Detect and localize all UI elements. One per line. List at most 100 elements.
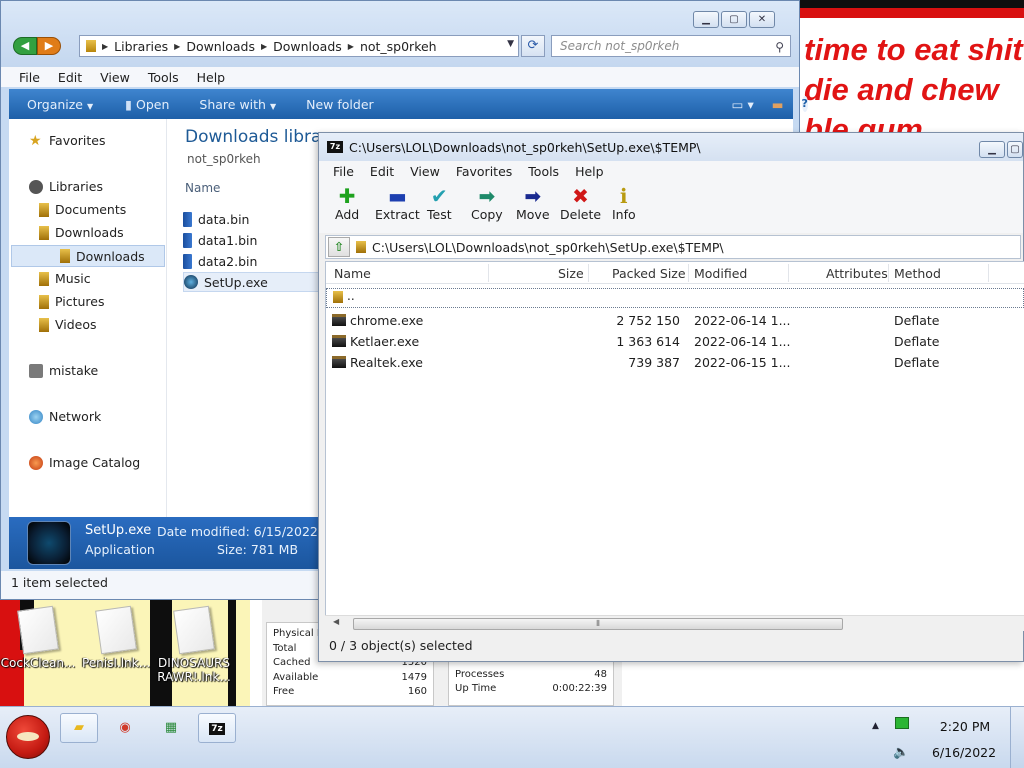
- nav-libraries[interactable]: Libraries: [29, 179, 103, 194]
- table-row[interactable]: Realtek.exe 739 387 2022-06-15 1... Defl…: [326, 352, 1024, 373]
- menu-view[interactable]: View: [410, 164, 440, 179]
- menu-help[interactable]: Help: [575, 164, 604, 179]
- nav-mistake[interactable]: mistake: [29, 363, 98, 378]
- file-row[interactable]: data1.bin: [183, 230, 323, 250]
- column-header-size[interactable]: Size: [558, 266, 584, 281]
- table-row[interactable]: chrome.exe 2 752 150 2022-06-14 1... Def…: [326, 310, 1024, 331]
- column-header-method[interactable]: Method: [894, 266, 941, 281]
- menu-file[interactable]: File: [19, 70, 40, 85]
- clock-time[interactable]: 2:20 PM: [930, 719, 1000, 734]
- column-header-attributes[interactable]: Attributes: [826, 266, 888, 281]
- breadcrumb-item[interactable]: not_sp0rkeh: [360, 39, 437, 54]
- organize-button[interactable]: Organize ▼: [27, 97, 93, 112]
- breadcrumb-item[interactable]: Downloads: [186, 39, 255, 54]
- address-bar[interactable]: ▶ Libraries ▶ Downloads ▶ Downloads ▶ no…: [79, 35, 519, 57]
- minimize-button[interactable]: ▁: [979, 141, 1005, 158]
- memory-row: Available 1479: [273, 671, 427, 683]
- column-header-name[interactable]: Name: [185, 181, 220, 195]
- minimize-button[interactable]: ▁: [693, 11, 719, 28]
- archive-file-list: Name Size Packed Size Modified Attribute…: [325, 261, 1024, 617]
- extract-button[interactable]: ▬ Extract: [375, 185, 420, 222]
- copy-button[interactable]: ➡ Copy: [471, 185, 503, 222]
- show-hidden-icons-button[interactable]: ▲: [872, 721, 879, 731]
- up-folder-button[interactable]: ⇧: [328, 237, 350, 257]
- folder-icon: [356, 241, 366, 253]
- volume-icon[interactable]: 🔈: [893, 745, 909, 760]
- nav-image-catalog[interactable]: Image Catalog: [29, 455, 140, 470]
- clock-date[interactable]: 6/16/2022: [926, 745, 1002, 760]
- nav-pictures[interactable]: Pictures: [39, 294, 105, 309]
- scrollbar-thumb[interactable]: ⦀: [353, 618, 843, 630]
- maximize-button[interactable]: ▢: [1007, 141, 1023, 158]
- image-catalog-icon: [29, 455, 43, 470]
- taskbar-explorer-button[interactable]: ▰: [60, 713, 98, 743]
- desktop-icon[interactable]: CockClean...: [0, 605, 76, 670]
- nav-documents[interactable]: Documents: [39, 202, 126, 217]
- desktop-icon[interactable]: PenisI.lnk...: [78, 605, 154, 670]
- taskbar-taskmgr-button[interactable]: ▦: [152, 713, 190, 743]
- extract-icon: ▬: [387, 184, 407, 208]
- menu-help[interactable]: Help: [197, 70, 226, 85]
- move-button[interactable]: ➡ Move: [516, 185, 550, 222]
- help-icon[interactable]: ?: [801, 96, 808, 112]
- horizontal-scrollbar[interactable]: ◀ ⦀: [325, 615, 1024, 631]
- nav-music[interactable]: Music: [39, 271, 91, 286]
- column-header-packed-size[interactable]: Packed Size: [612, 266, 686, 281]
- breadcrumb-item[interactable]: Libraries: [114, 39, 168, 54]
- table-row[interactable]: Ketlaer.exe 1 363 614 2022-06-14 1... De…: [326, 331, 1024, 352]
- menu-file[interactable]: File: [333, 164, 354, 179]
- view-options-icon[interactable]: ▭ ▾: [732, 97, 754, 112]
- taskbar-chrome-button[interactable]: ◉: [106, 713, 144, 743]
- nav-downloads-selected[interactable]: Downloads: [11, 245, 165, 267]
- start-button[interactable]: [6, 715, 50, 759]
- delete-button[interactable]: ✖ Delete: [560, 185, 601, 222]
- menu-edit[interactable]: Edit: [370, 164, 394, 179]
- nav-network[interactable]: Network: [29, 409, 101, 424]
- share-with-button[interactable]: Share with ▼: [199, 97, 276, 112]
- menu-tools[interactable]: Tools: [148, 70, 179, 85]
- menu-edit[interactable]: Edit: [58, 70, 82, 85]
- column-divider[interactable]: [688, 264, 689, 282]
- column-divider[interactable]: [888, 264, 889, 282]
- show-desktop-button[interactable]: [1010, 707, 1024, 768]
- column-header-name[interactable]: Name: [334, 266, 371, 281]
- nav-downloads[interactable]: Downloads: [39, 225, 124, 240]
- scroll-left-icon[interactable]: ◀: [333, 617, 339, 626]
- menu-tools[interactable]: Tools: [528, 164, 559, 179]
- forward-button[interactable]: ▶: [37, 37, 61, 55]
- search-icon: ⚲: [775, 40, 784, 54]
- column-divider[interactable]: [588, 264, 589, 282]
- maximize-button[interactable]: ▢: [721, 11, 747, 28]
- add-button[interactable]: ✚ Add: [335, 185, 359, 222]
- file-row[interactable]: data.bin: [183, 209, 323, 229]
- search-input[interactable]: Search not_sp0rkeh ⚲: [551, 35, 791, 57]
- info-button[interactable]: ℹ Info: [612, 185, 636, 222]
- column-divider[interactable]: [788, 264, 789, 282]
- desktop-icon[interactable]: DINOSAURS RAWR!.lnk...: [156, 605, 232, 684]
- parent-folder-row[interactable]: ..: [326, 288, 1024, 308]
- taskbar-7zip-button[interactable]: 7z: [198, 713, 236, 743]
- back-button[interactable]: ◀: [13, 37, 37, 55]
- folder-icon: [86, 40, 96, 52]
- breadcrumb-item[interactable]: Downloads: [273, 39, 342, 54]
- menu-view[interactable]: View: [100, 70, 130, 85]
- file-row[interactable]: data2.bin: [183, 251, 323, 271]
- nav-videos[interactable]: Videos: [39, 317, 97, 332]
- nav-favorites[interactable]: ★ Favorites: [29, 133, 105, 148]
- refresh-button[interactable]: ⟳: [521, 35, 545, 57]
- path-bar[interactable]: ⇧ C:\Users\LOL\Downloads\not_sp0rkeh\Set…: [325, 235, 1021, 259]
- file-row-selected[interactable]: SetUp.exe: [183, 272, 323, 292]
- open-button[interactable]: ▮ Open: [125, 97, 169, 112]
- column-header-modified[interactable]: Modified: [694, 266, 747, 281]
- menu-favorites[interactable]: Favorites: [456, 164, 512, 179]
- column-divider[interactable]: [988, 264, 989, 282]
- chevron-down-icon[interactable]: ▼: [507, 39, 514, 49]
- preview-pane-icon[interactable]: ▬: [772, 97, 784, 112]
- network-icon[interactable]: [895, 717, 909, 729]
- column-divider[interactable]: [488, 264, 489, 282]
- new-folder-button[interactable]: New folder: [306, 97, 374, 112]
- close-button[interactable]: ✕: [749, 11, 775, 28]
- system-row: Processes 48: [455, 668, 607, 680]
- test-button[interactable]: ✔ Test: [427, 185, 452, 222]
- chevron-right-icon: ▶: [347, 41, 354, 51]
